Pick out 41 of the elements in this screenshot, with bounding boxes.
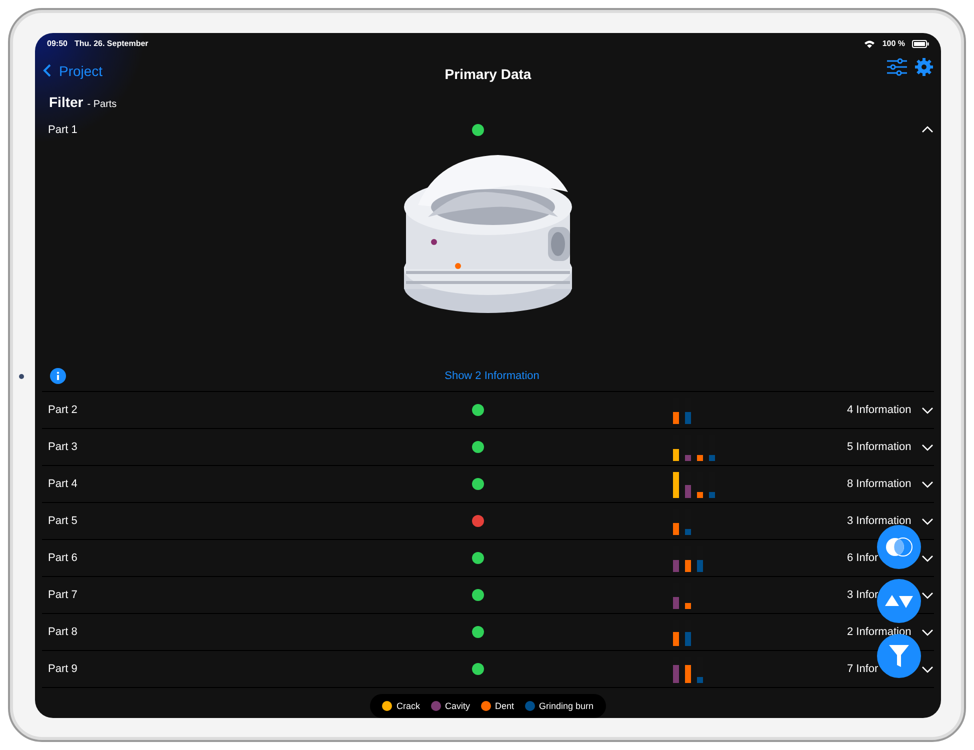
part-name: Part 7: [48, 588, 78, 601]
part-name: Part 4: [48, 478, 78, 490]
wifi-icon: [864, 40, 876, 48]
part-name: Part 1: [48, 124, 78, 136]
information-count: 3 Information: [847, 514, 912, 527]
information-count: 2 Information: [847, 626, 912, 638]
overlap-circles-icon: [884, 536, 914, 558]
part-name: Part 9: [48, 662, 78, 675]
sort-button[interactable]: [877, 579, 921, 623]
part-name: Part 8: [48, 626, 78, 638]
settings-icon[interactable]: [915, 58, 933, 76]
camera-icon: [19, 374, 24, 379]
sliders-icon[interactable]: [887, 58, 907, 76]
part-name: Part 3: [48, 440, 78, 453]
battery-icon: [912, 40, 929, 48]
filter-title: Filter: [49, 94, 84, 110]
part-name: Part 6: [48, 552, 78, 564]
information-count: 6 Infor: [847, 552, 878, 564]
information-count: 4 Information: [847, 404, 912, 416]
legend-label: Dent: [494, 700, 514, 711]
legend-label: Crack: [396, 700, 420, 711]
battery-percent: 100 %: [882, 39, 905, 48]
information-count: 5 Information: [847, 440, 912, 453]
back-link[interactable]: Project: [43, 62, 103, 79]
page-title: Primary Data: [444, 66, 532, 82]
part-name: Part 5: [48, 514, 78, 527]
part-name: Part 2: [48, 404, 78, 416]
information-count: 7 Infor: [847, 662, 878, 675]
back-chevron-icon: [43, 64, 51, 78]
status-time: 09:50: [47, 39, 68, 48]
filter-button[interactable]: [877, 634, 921, 678]
funnel-icon: [888, 644, 910, 668]
information-count: 3 Infor: [847, 588, 878, 601]
show-information-link[interactable]: Show 2 Information: [444, 370, 540, 382]
status-date: Thu. 26. September: [74, 39, 148, 48]
information-count: 8 Information: [847, 478, 912, 490]
legend-label: Cavity: [444, 700, 470, 711]
info-icon[interactable]: [50, 368, 66, 384]
compare-button[interactable]: [877, 525, 921, 569]
filter-subtitle: - Parts: [87, 98, 117, 110]
legend-label: Grinding burn: [539, 700, 594, 711]
